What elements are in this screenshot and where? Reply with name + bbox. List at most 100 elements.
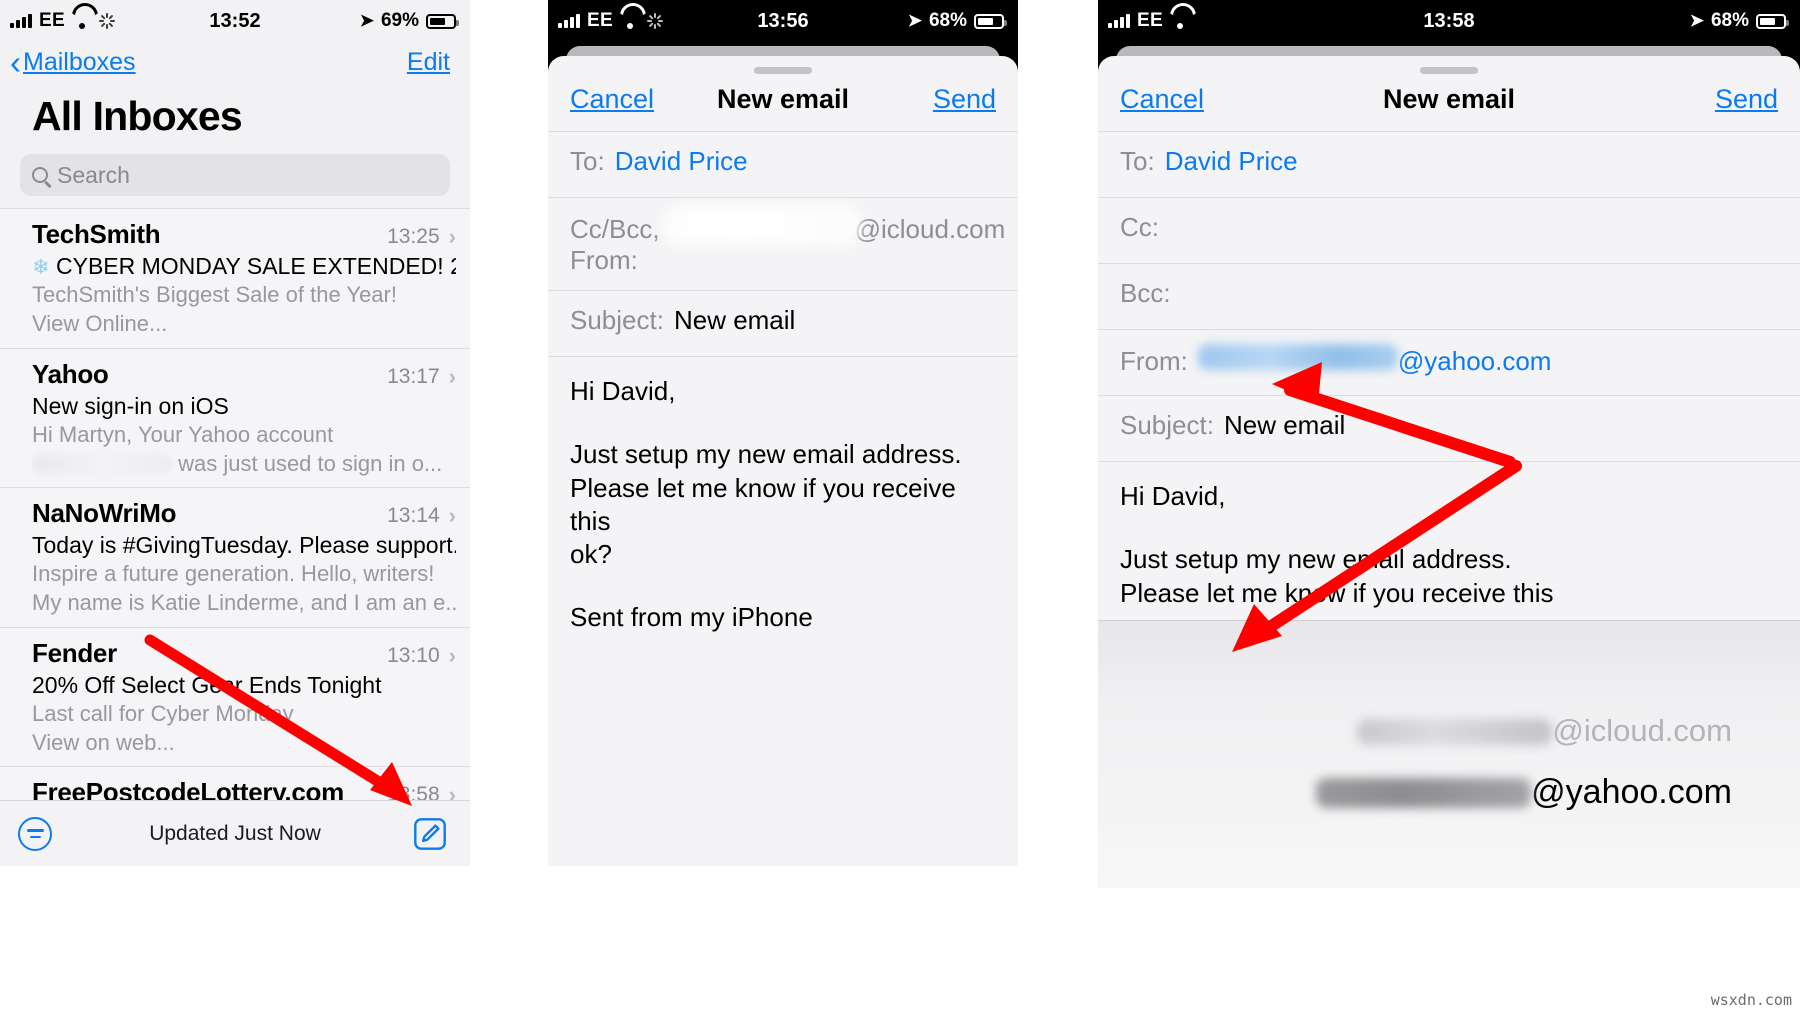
list-item[interactable]: TechSmith 13:25 › ❄ CYBER MONDAY SALE EX… xyxy=(0,208,470,348)
compose-navigation-bar: Cancel New email Send xyxy=(1098,74,1800,131)
ccbcc-from-field-value: @icloud.com xyxy=(669,212,1006,245)
mail-preview-line-2: was just used to sign in o... xyxy=(32,449,456,478)
mail-time: 13:25 xyxy=(387,225,440,248)
battery-percent-label: 68% xyxy=(1710,10,1749,31)
send-button[interactable]: Send xyxy=(1715,84,1778,115)
subject-field[interactable]: Subject: New email xyxy=(548,290,1018,356)
wifi-icon xyxy=(1170,14,1190,29)
list-item[interactable]: Yahoo 13:17 › New sign-in on iOS Hi Mart… xyxy=(0,347,470,488)
ccbcc-from-field-label: Cc/Bcc, From: xyxy=(570,214,660,275)
mail-meta: 13:10 › xyxy=(387,643,456,669)
body-line: Please let me know if you receive this xyxy=(570,472,956,536)
search-placeholder: Search xyxy=(57,161,130,188)
from-domain-text: @icloud.com xyxy=(854,214,1006,244)
ccbcc-from-field[interactable]: Cc/Bcc, From: @icloud.com xyxy=(548,197,1018,290)
mail-row-header: Fender 13:10 › xyxy=(32,638,456,669)
to-field[interactable]: To: David Price xyxy=(1098,131,1800,197)
chevron-left-icon: ‹ xyxy=(10,44,21,81)
mail-meta: 13:17 › xyxy=(387,364,456,390)
watermark: wsxdn.com xyxy=(1710,991,1792,1009)
picker-option[interactable]: @icloud.com xyxy=(1098,713,1800,749)
cc-field[interactable]: Cc: xyxy=(1098,197,1800,263)
mail-subject: Today is #GivingTuesday. Please support.… xyxy=(32,532,456,558)
chevron-right-icon: › xyxy=(448,642,456,668)
compose-shell-panel2: EE 13:56 ➤ 68% Cancel New email Send To:… xyxy=(548,0,1018,866)
body-line: Just setup my new email address. xyxy=(1120,544,1512,575)
compose-shell-panel3: EE 13:58 ➤ 68% Cancel New email Send To:… xyxy=(1098,0,1800,888)
body-line: Hi David, xyxy=(1120,481,1226,511)
snowflake-icon: ❄ xyxy=(32,256,50,279)
cancel-button[interactable]: Cancel xyxy=(1120,84,1204,115)
body-line: Please let me know if you receive this xyxy=(1120,577,1554,608)
back-to-mailboxes-button[interactable]: ‹ Mailboxes xyxy=(10,46,136,79)
mail-row-header: Yahoo 13:17 › xyxy=(32,359,456,390)
mail-subject-text: CYBER MONDAY SALE EXTENDED! 2... xyxy=(56,253,456,279)
to-field-value: David Price xyxy=(1164,146,1298,176)
redacted-email-block xyxy=(669,212,855,238)
mail-preview-line-2: View Online... xyxy=(32,311,168,337)
battery-icon xyxy=(426,13,459,29)
redacted-email-block xyxy=(1357,719,1553,745)
battery-percent-label: 68% xyxy=(928,10,967,31)
mail-subject: ❄ CYBER MONDAY SALE EXTENDED! 2... xyxy=(32,253,456,280)
status-bar-left: EE xyxy=(10,10,115,32)
mail-list: TechSmith 13:25 › ❄ CYBER MONDAY SALE EX… xyxy=(0,208,470,817)
compose-pencil-icon[interactable] xyxy=(412,816,448,852)
mail-time: 13:10 xyxy=(387,643,440,667)
mail-sender: NaNoWriMo xyxy=(32,498,177,528)
message-body[interactable]: Hi David, Just setup my new email addres… xyxy=(1098,461,1800,610)
phone-panel-compose-expanded: EE 13:58 ➤ 68% Cancel New email Send To:… xyxy=(1098,0,1800,888)
picker-option-label: @icloud.com xyxy=(1552,713,1732,748)
from-field[interactable]: From: @yahoo.com xyxy=(1098,329,1800,395)
subject-field[interactable]: Subject: New email xyxy=(1098,395,1800,461)
compose-sheet: Cancel New email Send To: David Price Cc… xyxy=(1098,56,1800,888)
mail-time: 13:14 xyxy=(387,504,440,527)
body-blank-line xyxy=(570,571,996,601)
carrier-label: EE xyxy=(39,10,65,31)
mail-bottom-toolbar: Updated Just Now xyxy=(0,800,470,866)
to-field-label: To: xyxy=(570,146,605,176)
status-bar-right: ➤ 68% xyxy=(1690,10,1789,32)
signal-bars-icon xyxy=(1108,14,1130,28)
mail-subject: 20% Off Select Gear Ends Tonight xyxy=(32,671,382,698)
status-bar-panel3: EE 13:58 ➤ 68% xyxy=(1098,0,1800,42)
status-bar-right: ➤ 69% xyxy=(360,10,459,32)
activity-spinner-icon xyxy=(98,13,115,29)
mail-meta: 13:14 › xyxy=(387,503,456,529)
redacted-email-block xyxy=(32,453,172,474)
search-field-wrapper: Search xyxy=(0,154,470,208)
body-blank-line xyxy=(1120,513,1778,543)
list-item[interactable]: NaNoWriMo 13:14 › Today is #GivingTuesda… xyxy=(0,487,470,627)
bcc-field[interactable]: Bcc: xyxy=(1098,263,1800,329)
status-bar-left: EE xyxy=(558,10,663,32)
mail-row-header: NaNoWriMo 13:14 › xyxy=(32,498,456,529)
update-status-label: Updated Just Now xyxy=(149,821,321,845)
cc-field-label: Cc: xyxy=(1120,212,1159,242)
carrier-label: EE xyxy=(587,10,613,31)
wifi-icon xyxy=(620,14,640,29)
list-item[interactable]: Fender 13:10 › 20% Off Select Gear Ends … xyxy=(0,626,470,767)
status-bar-panel2: EE 13:56 ➤ 68% xyxy=(548,0,1018,42)
cancel-button[interactable]: Cancel xyxy=(570,84,654,115)
message-body[interactable]: Hi David, Just setup my new email addres… xyxy=(548,356,1018,635)
sheet-grabber-handle[interactable] xyxy=(1420,67,1478,74)
subject-field-value: New email xyxy=(1223,410,1346,440)
to-field[interactable]: To: David Price xyxy=(548,131,1018,197)
carrier-label: EE xyxy=(1137,10,1163,31)
send-button[interactable]: Send xyxy=(933,84,996,115)
sheet-grabber-handle[interactable] xyxy=(754,67,812,74)
status-bar-right: ➤ 68% xyxy=(908,10,1007,32)
from-account-picker[interactable]: @icloud.com @yahoo.com xyxy=(1098,620,1800,888)
wifi-icon xyxy=(72,14,92,29)
page-title: All Inboxes xyxy=(32,93,243,139)
mail-preview-line-1: Hi Martyn, Your Yahoo account xyxy=(32,421,334,447)
filter-icon[interactable] xyxy=(18,816,52,851)
to-field-value: David Price xyxy=(614,146,748,176)
search-input[interactable]: Search xyxy=(20,154,450,196)
status-bar-left: EE xyxy=(1108,10,1190,32)
phone-panel-compose-collapsed: EE 13:56 ➤ 68% Cancel New email Send To:… xyxy=(548,0,1018,866)
edit-button[interactable]: Edit xyxy=(407,48,450,77)
mail-subject: New sign-in on iOS xyxy=(32,392,229,419)
picker-option-selected[interactable]: @yahoo.com xyxy=(1098,773,1800,812)
mail-preview-text: was just used to sign in o... xyxy=(178,450,443,476)
